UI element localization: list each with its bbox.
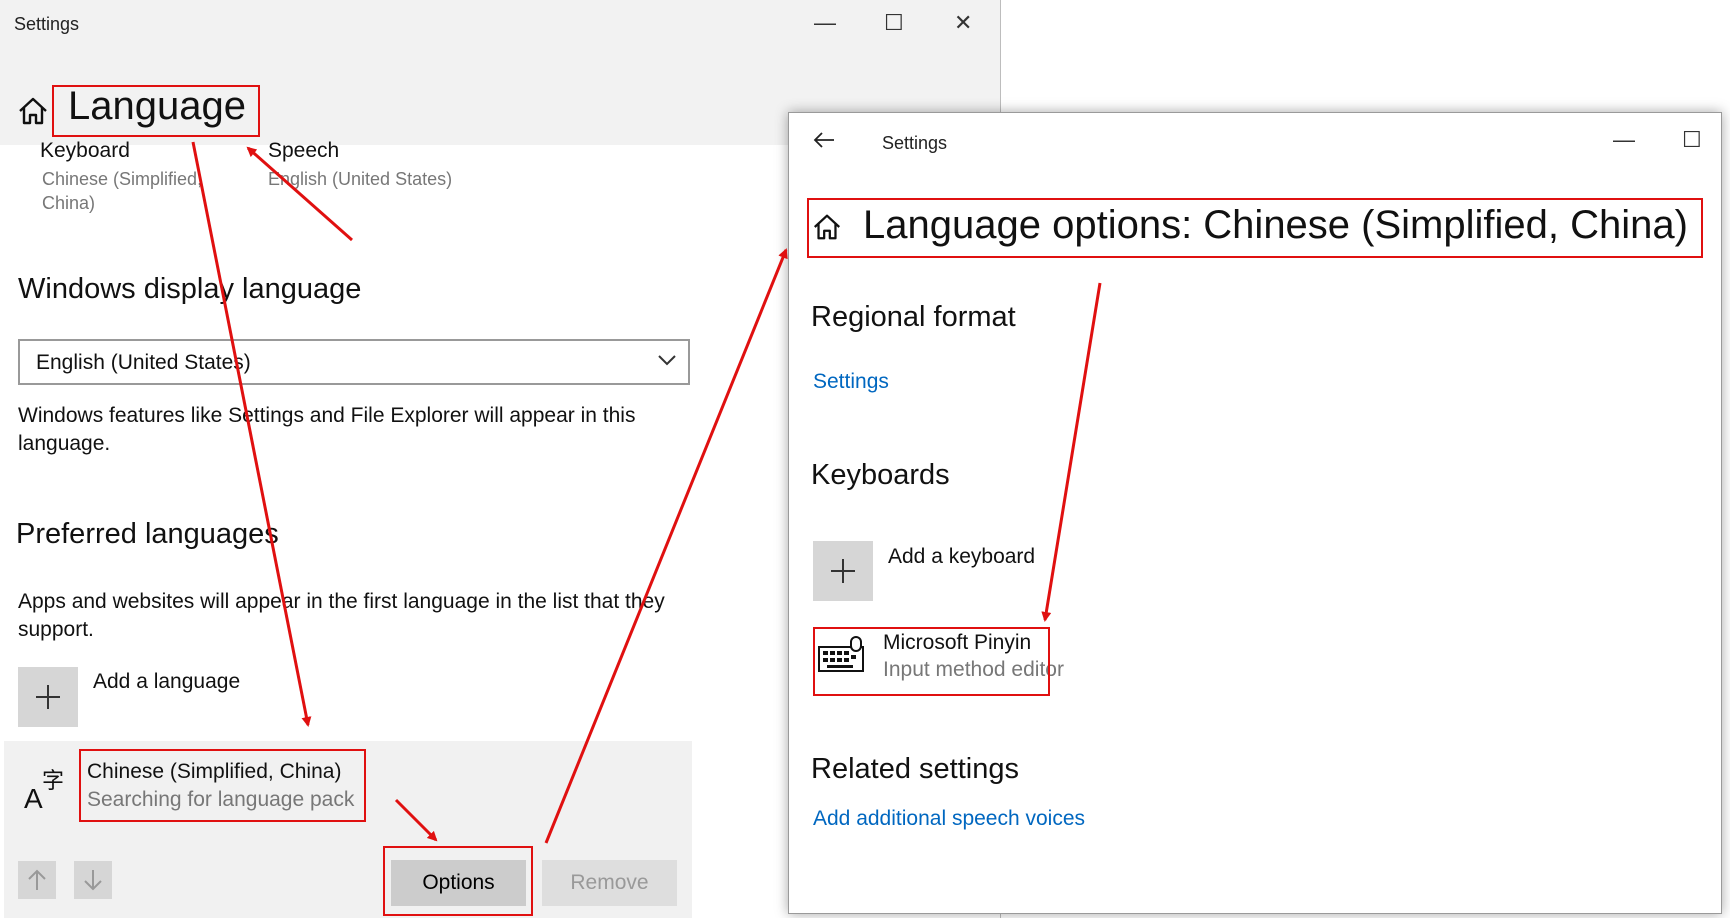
- related-settings-heading: Related settings: [811, 753, 1019, 785]
- keyboards-heading: Keyboards: [811, 459, 950, 491]
- display-language-heading: Windows display language: [18, 273, 362, 305]
- back-arrow-icon[interactable]: [813, 131, 835, 154]
- window-title: Settings: [882, 133, 948, 153]
- annotation-box-options-title: [807, 198, 1703, 258]
- move-up-button[interactable]: [18, 861, 56, 899]
- svg-text:字: 字: [42, 769, 64, 794]
- chevron-down-icon: [658, 353, 676, 372]
- display-language-description-line1: Windows features like Settings and File …: [18, 404, 636, 427]
- close-button[interactable]: ✕: [954, 10, 972, 36]
- speech-link[interactable]: Speech: [268, 137, 339, 165]
- display-language-dropdown[interactable]: English (United States): [18, 339, 690, 385]
- minimize-button[interactable]: —: [1613, 127, 1635, 153]
- preferred-languages-heading: Preferred languages: [16, 518, 279, 550]
- add-language-button[interactable]: [18, 667, 78, 727]
- add-keyboard-label[interactable]: Add a keyboard: [888, 543, 1035, 571]
- maximize-button[interactable]: ☐: [1682, 127, 1702, 153]
- speech-link-subtitle: English (United States): [268, 169, 453, 189]
- plus-icon: [831, 559, 855, 583]
- keyboard-link-subtitle-line2: China): [42, 193, 96, 213]
- move-down-button[interactable]: [74, 861, 112, 899]
- annotation-box-keyboard-item: [813, 627, 1050, 696]
- regional-format-settings-link[interactable]: Settings: [813, 370, 889, 394]
- regional-format-heading: Regional format: [811, 301, 1016, 333]
- arrow-down-icon: [84, 870, 102, 891]
- window-title: Settings: [14, 14, 80, 34]
- add-keyboard-button[interactable]: [813, 541, 873, 601]
- display-language-description-line2: language.: [18, 432, 111, 455]
- preferred-languages-description-line2: support.: [18, 618, 94, 641]
- minimize-button[interactable]: —: [814, 10, 836, 36]
- preferred-languages-description-line1: Apps and websites will appear in the fir…: [18, 590, 665, 613]
- annotation-box-language-title: [52, 85, 260, 137]
- annotation-box-options: [383, 846, 533, 916]
- add-language-label[interactable]: Add a language: [93, 668, 240, 696]
- svg-text:A: A: [24, 783, 43, 812]
- maximize-button[interactable]: ☐: [884, 10, 904, 36]
- keyboard-link[interactable]: Keyboard: [40, 137, 130, 165]
- dropdown-selected-value: English (United States): [36, 351, 251, 374]
- settings-window-language-options: Settings — ☐ Language options: Chinese (…: [788, 112, 1722, 914]
- annotation-box-language-item: [79, 749, 366, 822]
- home-icon[interactable]: [16, 94, 50, 128]
- remove-button[interactable]: Remove: [542, 860, 677, 906]
- keyboard-link-subtitle-line1: Chinese (Simplified,: [42, 169, 203, 189]
- language-icon: A 字: [22, 764, 70, 814]
- speech-voices-link[interactable]: Add additional speech voices: [813, 807, 1085, 831]
- plus-icon: [36, 685, 60, 709]
- arrow-up-icon: [28, 869, 46, 890]
